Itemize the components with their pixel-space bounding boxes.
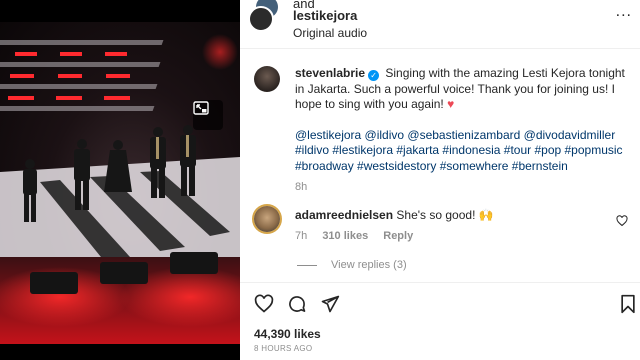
- red-heart-emoji: ♥: [447, 97, 455, 111]
- heart-icon: [616, 214, 628, 231]
- post-details-panel: and lestikejora Original audio ... steve…: [240, 0, 640, 360]
- header-username[interactable]: lestikejora: [293, 8, 357, 23]
- comment-icon: [287, 296, 307, 318]
- like-button[interactable]: [254, 294, 274, 314]
- verified-icon: ✓: [368, 70, 380, 81]
- more-icon[interactable]: ...: [616, 3, 632, 21]
- caption-hashtags[interactable]: @lestikejora @ildivo @sebastienizambard …: [295, 128, 625, 175]
- comment-meta: 7h 310 likes Reply: [295, 230, 425, 242]
- comment-like-button[interactable]: [616, 214, 628, 232]
- view-replies-button[interactable]: View replies (3): [297, 259, 407, 271]
- save-button[interactable]: [618, 294, 638, 314]
- caption-body: stevenlabrie ✓ Singing with the amazing L…: [295, 66, 625, 196]
- bookmark-icon: [618, 294, 638, 318]
- post-header: and lestikejora Original audio ...: [240, 0, 640, 49]
- comment-button[interactable]: [287, 294, 307, 314]
- author-avatar[interactable]: [248, 6, 274, 32]
- post-timestamp: 8 HOURS AGO: [254, 344, 313, 353]
- heart-icon: [254, 294, 274, 318]
- comment-avatar[interactable]: [254, 206, 280, 232]
- caption-username[interactable]: stevenlabrie: [295, 66, 365, 80]
- view-replies-label: View replies (3): [331, 259, 407, 271]
- replies-divider: [297, 264, 317, 266]
- share-button[interactable]: [320, 294, 340, 314]
- comment-time: 7h: [295, 230, 308, 242]
- picture-in-picture-button[interactable]: [193, 100, 223, 130]
- comment-likes[interactable]: 310 likes: [322, 230, 368, 242]
- comment-text: She's so good!: [396, 208, 476, 222]
- comment-username[interactable]: adamreednielsen: [295, 208, 393, 222]
- caption-avatar[interactable]: [254, 66, 280, 92]
- actions-divider: [240, 282, 640, 283]
- share-icon: [320, 295, 340, 318]
- concert-stage-image: [0, 34, 240, 344]
- reply-button[interactable]: Reply: [383, 230, 413, 242]
- comment-body: adamreednielsen She's so good! 🙌: [295, 208, 615, 223]
- audio-link[interactable]: Original audio: [293, 26, 367, 40]
- post-likes-count[interactable]: 44,390 likes: [254, 327, 321, 341]
- video-player[interactable]: [0, 22, 240, 344]
- raised-hands-emoji: 🙌: [478, 208, 494, 222]
- caption-time: 8h: [295, 181, 308, 193]
